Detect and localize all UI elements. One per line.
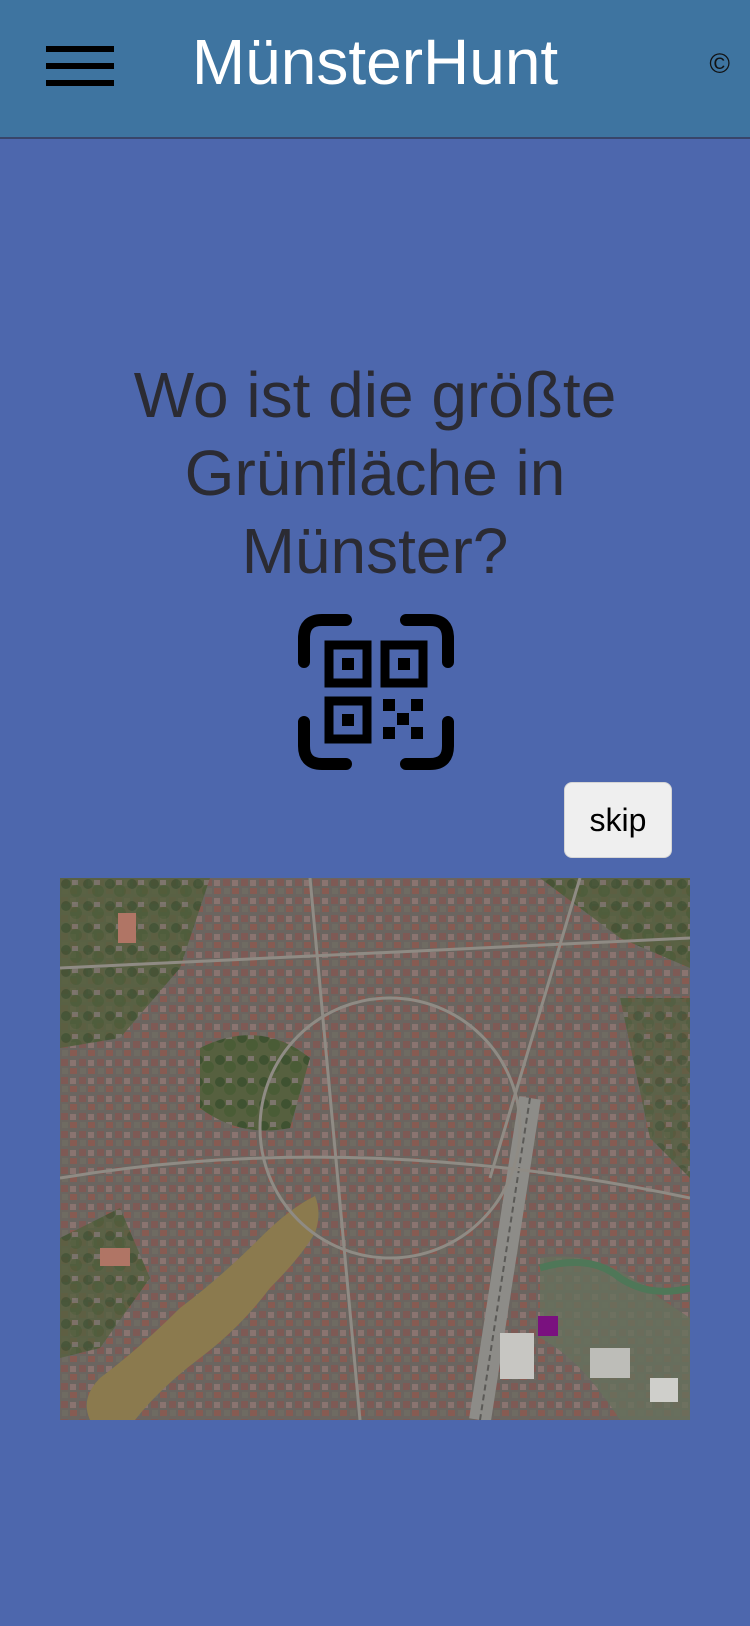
skip-button[interactable]: skip bbox=[564, 782, 672, 858]
copyright-link[interactable]: © bbox=[709, 48, 730, 80]
app-title: MünsterHunt bbox=[191, 26, 559, 98]
map-imagery bbox=[60, 878, 690, 1420]
satellite-map[interactable] bbox=[60, 878, 690, 1420]
quiz-question: Wo ist die größte Grünfläche in Münster? bbox=[133, 359, 617, 587]
menu-line bbox=[46, 63, 114, 69]
hamburger-menu-icon[interactable] bbox=[46, 46, 114, 88]
app-header: MünsterHunt © bbox=[0, 0, 750, 139]
location-marker[interactable] bbox=[538, 1316, 558, 1336]
menu-line bbox=[46, 46, 114, 52]
menu-line bbox=[46, 80, 114, 86]
qr-code-icon[interactable] bbox=[298, 614, 454, 770]
qr-code-svg bbox=[298, 614, 454, 770]
